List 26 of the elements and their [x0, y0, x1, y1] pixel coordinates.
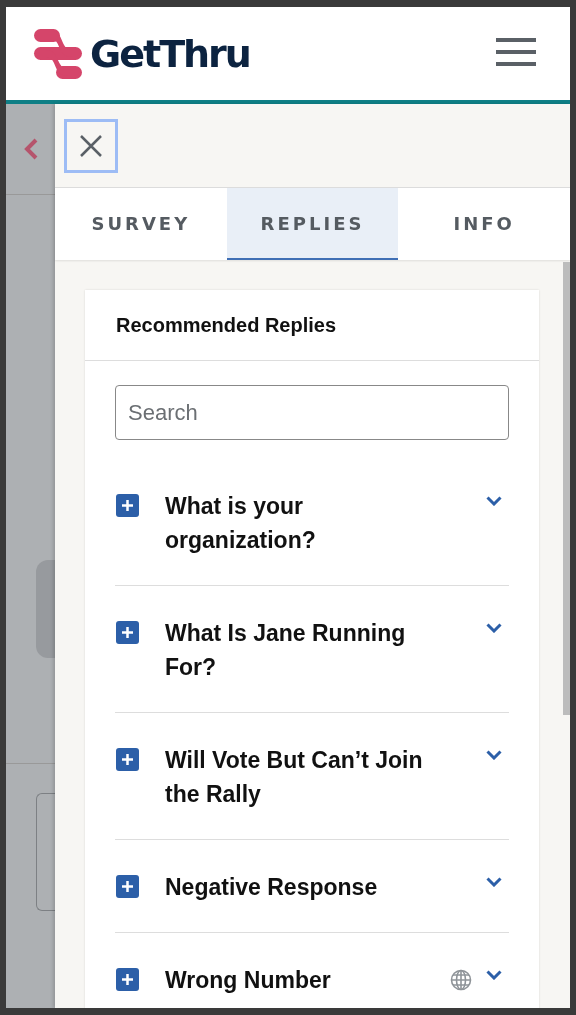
reply-title[interactable]: Wrong Number: [165, 963, 435, 997]
tab[interactable]: SURVEY: [55, 188, 227, 260]
chevron-down-icon[interactable]: [486, 623, 502, 633]
reply-title[interactable]: Will Vote But Can’t Join the Rally: [165, 743, 435, 811]
chevron-down-icon[interactable]: [486, 496, 502, 506]
chevron-down-icon[interactable]: [486, 750, 502, 760]
reply-title[interactable]: Negative Response: [165, 870, 435, 904]
close-button[interactable]: [64, 118, 118, 173]
chevron-down-icon[interactable]: [486, 877, 502, 887]
menu-icon[interactable]: [496, 38, 536, 69]
reply-title[interactable]: What is your organization?: [165, 489, 435, 557]
logo-text: GetThru: [90, 31, 250, 76]
close-icon: [79, 133, 103, 158]
add-icon[interactable]: [116, 494, 139, 517]
add-icon[interactable]: [116, 875, 139, 898]
add-icon[interactable]: [116, 968, 139, 991]
logo-mark-icon: [32, 27, 84, 80]
add-icon[interactable]: [116, 621, 139, 644]
card-title: Recommended Replies: [116, 313, 337, 337]
search-field[interactable]: Search: [115, 385, 509, 440]
scrollbar[interactable]: [563, 262, 570, 715]
add-icon[interactable]: [116, 748, 139, 771]
tab[interactable]: REPLIES: [226, 188, 399, 260]
reply-title[interactable]: What Is Jane Running For?: [165, 616, 435, 684]
chevron-down-icon[interactable]: [486, 970, 502, 980]
tab[interactable]: INFO: [398, 188, 570, 260]
